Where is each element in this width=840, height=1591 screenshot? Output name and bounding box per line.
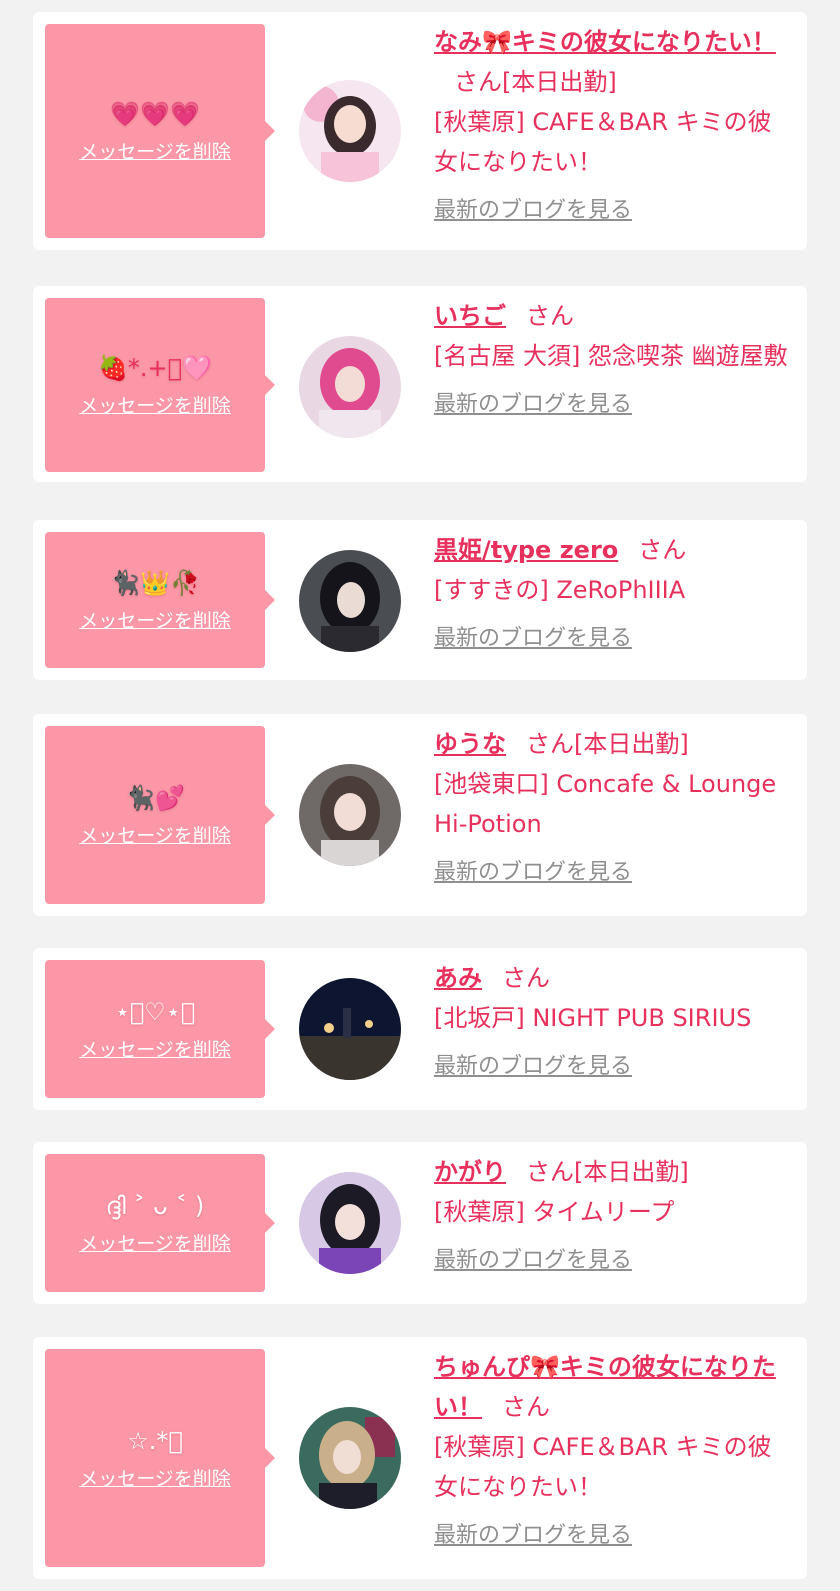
message-text: 🐈‍⬛👑🥀 bbox=[110, 568, 200, 597]
latest-blog-link[interactable]: 最新のブログを見る bbox=[434, 624, 632, 654]
cast-info: かがり さん[本日出勤] [秋葉原] タイムリープ 最新のブログを見る bbox=[434, 1152, 794, 1276]
honorific: さん bbox=[526, 302, 574, 330]
shop-name: [池袋東口] Concafe & Lounge Hi-Potion bbox=[434, 770, 777, 838]
message-text: ☆.*ﾟ bbox=[127, 1426, 183, 1455]
cast-info: いちご さん [名古屋 大須] 怨念喫茶 幽遊屋敷 最新のブログを見る bbox=[434, 296, 794, 420]
honorific: さん bbox=[638, 536, 687, 564]
latest-blog-link[interactable]: 最新のブログを見る bbox=[434, 1052, 632, 1082]
message-bubble: 🐈‍⬛💕 メッセージを削除 bbox=[45, 726, 275, 904]
avatar[interactable] bbox=[299, 336, 401, 438]
message-bubble: 🍓*.+ﾟ🩷 メッセージを削除 bbox=[45, 298, 275, 472]
cast-name-link[interactable]: なみ🎀キミの彼女になりたい！ bbox=[434, 28, 776, 56]
shop-name: [すすきの] ZeRoPhIIIA bbox=[434, 576, 686, 604]
shop-name: [秋葉原] タイムリープ bbox=[434, 1198, 675, 1226]
honorific: さん bbox=[454, 68, 502, 96]
avatar[interactable] bbox=[299, 978, 401, 1080]
delete-message-link[interactable]: メッセージを削除 bbox=[79, 1464, 231, 1491]
avatar[interactable] bbox=[299, 1172, 401, 1274]
message-bubble: ⋆͛♡⋆͛ メッセージを削除 bbox=[45, 960, 275, 1098]
message-text: 🐈‍⬛💕 bbox=[125, 783, 185, 812]
message-bubble: 🐈‍⬛👑🥀 メッセージを削除 bbox=[45, 532, 275, 668]
cast-info: なみ🎀キミの彼女になりたい！ さん[本日出勤] [秋葉原] CAFE＆BAR キミ… bbox=[434, 22, 794, 226]
message-text: ⋆͛♡⋆͛ bbox=[114, 997, 196, 1026]
attendance-status: [本日出勤] bbox=[574, 1158, 689, 1186]
cast-info: 黒姫/type zero さん [すすきの] ZeRoPhIIIA 最新のブログを… bbox=[434, 530, 794, 654]
latest-blog-link[interactable]: 最新のブログを見る bbox=[434, 390, 632, 420]
cast-info: ゆうな さん[本日出勤] [池袋東口] Concafe & Lounge Hi-P… bbox=[434, 724, 794, 888]
latest-blog-link[interactable]: 最新のブログを見る bbox=[434, 196, 632, 226]
attendance-status: [本日出勤] bbox=[502, 68, 617, 96]
name-line: あみ さん bbox=[434, 958, 794, 998]
shop-name: [名古屋 大須] 怨念喫茶 幽遊屋敷 bbox=[434, 342, 788, 370]
avatar[interactable] bbox=[299, 1407, 401, 1509]
delete-message-link[interactable]: メッセージを削除 bbox=[79, 1035, 231, 1062]
cast-name-link[interactable]: 黒姫/type zero bbox=[434, 536, 618, 564]
name-line: かがり さん[本日出勤] bbox=[434, 1152, 794, 1192]
cast-info: あみ さん [北坂戸] NIGHT PUB SIRIUS 最新のブログを見る bbox=[434, 958, 794, 1082]
delete-message-link[interactable]: メッセージを削除 bbox=[79, 391, 231, 418]
message-text: ദ്ദി ˃ ᴗ ˂ ) bbox=[105, 1191, 205, 1220]
name-line: 黒姫/type zero さん bbox=[434, 530, 794, 570]
message-text: 🍓*.+ﾟ🩷 bbox=[98, 353, 212, 382]
delete-message-link[interactable]: メッセージを削除 bbox=[79, 606, 231, 633]
message-bubble: ☆.*ﾟ メッセージを削除 bbox=[45, 1349, 275, 1567]
avatar[interactable] bbox=[299, 764, 401, 866]
favorite-card: ☆.*ﾟ メッセージを削除 ちゅんぴ🎀キミの彼女になりたい！ さん [秋葉原] C… bbox=[33, 1337, 807, 1579]
cast-name-link[interactable]: ゆうな bbox=[434, 730, 506, 758]
latest-blog-link[interactable]: 最新のブログを見る bbox=[434, 1521, 632, 1551]
avatar[interactable] bbox=[299, 80, 401, 182]
cast-name-link[interactable]: いちご bbox=[434, 302, 506, 330]
shop-name: [秋葉原] CAFE＆BAR キミの彼女になりたい！ bbox=[434, 108, 772, 176]
delete-message-link[interactable]: メッセージを削除 bbox=[79, 137, 231, 164]
cast-name-link[interactable]: かがり bbox=[434, 1158, 506, 1186]
name-line: ちゅんぴ🎀キミの彼女になりたい！ さん bbox=[434, 1347, 794, 1427]
honorific: さん bbox=[502, 964, 550, 992]
name-line: いちご さん bbox=[434, 296, 794, 336]
favorite-card: 🐈‍⬛👑🥀 メッセージを削除 黒姫/type zero さん [すすきの] ZeR… bbox=[33, 520, 807, 680]
latest-blog-link[interactable]: 最新のブログを見る bbox=[434, 858, 632, 888]
avatar[interactable] bbox=[299, 550, 401, 652]
honorific: さん bbox=[526, 1158, 574, 1186]
cast-name-link[interactable]: ちゅんぴ🎀キミの彼女になりたい！ bbox=[434, 1353, 776, 1421]
shop-name: [秋葉原] CAFE＆BAR キミの彼女になりたい！ bbox=[434, 1433, 772, 1501]
delete-message-link[interactable]: メッセージを削除 bbox=[79, 821, 231, 848]
favorite-card: 🐈‍⬛💕 メッセージを削除 ゆうな さん[本日出勤] [池袋東口] Concafe… bbox=[33, 714, 807, 916]
message-text: 💗💗💗 bbox=[110, 99, 200, 128]
favorite-card: ദ്ദി ˃ ᴗ ˂ ) メッセージを削除 かがり さん[本日出勤] [秋葉原] … bbox=[33, 1142, 807, 1304]
attendance-status: [本日出勤] bbox=[574, 730, 689, 758]
delete-message-link[interactable]: メッセージを削除 bbox=[79, 1229, 231, 1256]
message-bubble: ദ്ദി ˃ ᴗ ˂ ) メッセージを削除 bbox=[45, 1154, 275, 1292]
name-line: なみ🎀キミの彼女になりたい！ さん[本日出勤] bbox=[434, 22, 794, 102]
shop-name: [北坂戸] NIGHT PUB SIRIUS bbox=[434, 1004, 752, 1032]
message-bubble: 💗💗💗 メッセージを削除 bbox=[45, 24, 275, 238]
favorite-card: ⋆͛♡⋆͛ メッセージを削除 あみ さん [北坂戸] NIGHT PUB SIRI… bbox=[33, 948, 807, 1110]
name-line: ゆうな さん[本日出勤] bbox=[434, 724, 794, 764]
favorite-card: 🍓*.+ﾟ🩷 メッセージを削除 いちご さん [名古屋 大須] 怨念喫茶 幽遊屋敷… bbox=[33, 286, 807, 482]
cast-name-link[interactable]: あみ bbox=[434, 964, 482, 992]
honorific: さん bbox=[502, 1393, 550, 1421]
cast-info: ちゅんぴ🎀キミの彼女になりたい！ さん [秋葉原] CAFE＆BAR キミの彼女に… bbox=[434, 1347, 794, 1551]
favorite-card: 💗💗💗 メッセージを削除 なみ🎀キミの彼女になりたい！ さん[本日出勤] [秋葉原… bbox=[33, 12, 807, 250]
honorific: さん bbox=[526, 730, 574, 758]
latest-blog-link[interactable]: 最新のブログを見る bbox=[434, 1246, 632, 1276]
